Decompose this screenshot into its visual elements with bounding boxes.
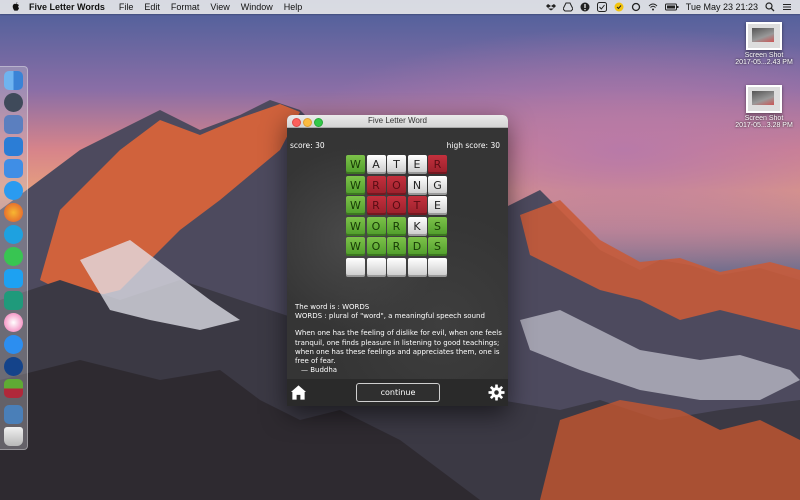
menu-edit[interactable]: Edit	[144, 2, 160, 12]
gear-icon[interactable]	[488, 384, 505, 401]
menu-view[interactable]: View	[210, 2, 229, 12]
skype-icon[interactable]	[4, 225, 23, 244]
desktop-file-sublabel: 2017-05...2.43 PM	[735, 59, 793, 66]
letter-tile	[366, 257, 386, 277]
bottom-toolbar: continue	[287, 379, 508, 406]
letter-tile: R	[366, 175, 386, 195]
letter-tile: N	[407, 175, 427, 195]
sync-icon[interactable]	[631, 2, 641, 12]
letter-tile: W	[346, 216, 365, 236]
menu-clock[interactable]: Tue May 23 21:23	[686, 2, 758, 12]
letter-tile: W	[346, 196, 365, 215]
battery-icon[interactable]	[664, 2, 679, 12]
screenshot-thumbnail-icon	[746, 22, 782, 50]
desktop-file-label: Screen Shot	[744, 52, 784, 59]
word-info: The word is : WORDS WORDS : plural of "w…	[295, 303, 503, 375]
letter-tile: S	[428, 216, 447, 236]
game-window: Five Letter Word score: 30 high score: 3…	[287, 115, 508, 406]
whatsapp-icon[interactable]	[4, 247, 23, 266]
word-result: The word is : WORDS	[295, 303, 370, 311]
letter-tile: O	[366, 237, 386, 256]
preview-icon[interactable]	[4, 115, 23, 134]
word-definition: WORDS : plural of "word", a meaningful s…	[295, 312, 485, 321]
apple-icon[interactable]	[11, 2, 21, 12]
letter-tile	[428, 257, 447, 277]
checkmark-icon[interactable]	[596, 2, 607, 12]
quote-author: — Buddha	[301, 366, 338, 375]
finder-icon[interactable]	[4, 71, 23, 90]
menu-file[interactable]: File	[119, 2, 134, 12]
letter-tile	[346, 257, 365, 277]
menu-help[interactable]: Help	[284, 2, 303, 12]
letter-tile: E	[428, 196, 447, 215]
safari-icon[interactable]	[4, 181, 23, 200]
drive-icon[interactable]	[562, 2, 573, 12]
app-store-icon-2[interactable]	[4, 335, 23, 354]
launchpad-icon[interactable]	[4, 93, 23, 112]
letter-tile: R	[387, 216, 406, 236]
desktop-file-screenshot-2[interactable]: Screen Shot 2017-05...3.28 PM	[729, 85, 799, 129]
firefox-icon[interactable]	[4, 203, 23, 222]
desktop-file-sublabel: 2017-05...3.28 PM	[735, 122, 793, 129]
letter-tile: O	[366, 216, 386, 236]
status-area: Tue May 23 21:23	[545, 0, 792, 14]
letter-tile: S	[428, 237, 447, 256]
letter-tile: R	[366, 196, 386, 215]
letter-tile	[387, 257, 406, 277]
letter-tile: W	[346, 237, 365, 256]
home-icon[interactable]	[290, 384, 307, 401]
money-icon[interactable]	[4, 291, 23, 310]
five-letter-words-icon[interactable]	[4, 379, 23, 398]
desktop-file-screenshot-1[interactable]: Screen Shot 2017-05...2.43 PM	[729, 22, 799, 66]
letter-tile	[407, 257, 427, 277]
screenshot-thumbnail-icon	[746, 85, 782, 113]
menu-bar: Five Letter Words File Edit Format View …	[0, 0, 800, 14]
letter-tile: E	[407, 155, 427, 174]
zoom-button[interactable]	[314, 118, 323, 127]
letter-tile: O	[387, 196, 406, 215]
files-icon[interactable]	[4, 159, 23, 178]
app-store-icon-1[interactable]	[4, 137, 23, 156]
letter-tile: W	[346, 175, 365, 195]
norton-icon[interactable]	[614, 2, 624, 12]
menu-format[interactable]: Format	[171, 2, 200, 12]
twitter-icon[interactable]	[4, 269, 23, 288]
score-label: score: 30	[290, 141, 325, 150]
notifications-icon[interactable]	[782, 2, 792, 12]
dropbox-icon[interactable]	[545, 2, 556, 12]
dock	[0, 66, 28, 450]
trash-icon[interactable]	[4, 427, 23, 446]
minimize-button[interactable]	[303, 118, 312, 127]
search-icon[interactable]	[765, 2, 775, 12]
letter-tile: K	[407, 216, 427, 236]
menu-window[interactable]: Window	[241, 2, 273, 12]
alert-icon[interactable]	[580, 2, 590, 12]
letter-tile: D	[407, 237, 427, 256]
letter-tile: T	[387, 155, 406, 174]
close-button[interactable]	[292, 118, 301, 127]
app-menu[interactable]: Five Letter Words	[29, 2, 105, 12]
letter-tile: O	[387, 175, 406, 195]
downloads-stack-icon[interactable]	[4, 405, 23, 424]
letter-tile: T	[407, 196, 427, 215]
desktop-file-label: Screen Shot	[744, 115, 784, 122]
high-score-label: high score: 30	[446, 141, 500, 150]
letter-tile: R	[428, 155, 447, 174]
network-icon[interactable]	[4, 357, 23, 376]
itunes-icon[interactable]	[4, 313, 23, 332]
window-titlebar[interactable]: Five Letter Word	[287, 115, 508, 128]
game-board-area: score: 30 high score: 30 WATERWRONGWROTE…	[287, 128, 508, 406]
window-title: Five Letter Word	[368, 116, 427, 125]
letter-tile: A	[366, 155, 386, 174]
quote-text: When one has the feeling of dislike for …	[295, 329, 502, 366]
wifi-icon[interactable]	[648, 2, 658, 12]
letter-tile: W	[346, 155, 365, 174]
continue-button[interactable]: continue	[356, 383, 440, 402]
letter-tile: G	[428, 175, 447, 195]
letter-tile: R	[387, 237, 406, 256]
